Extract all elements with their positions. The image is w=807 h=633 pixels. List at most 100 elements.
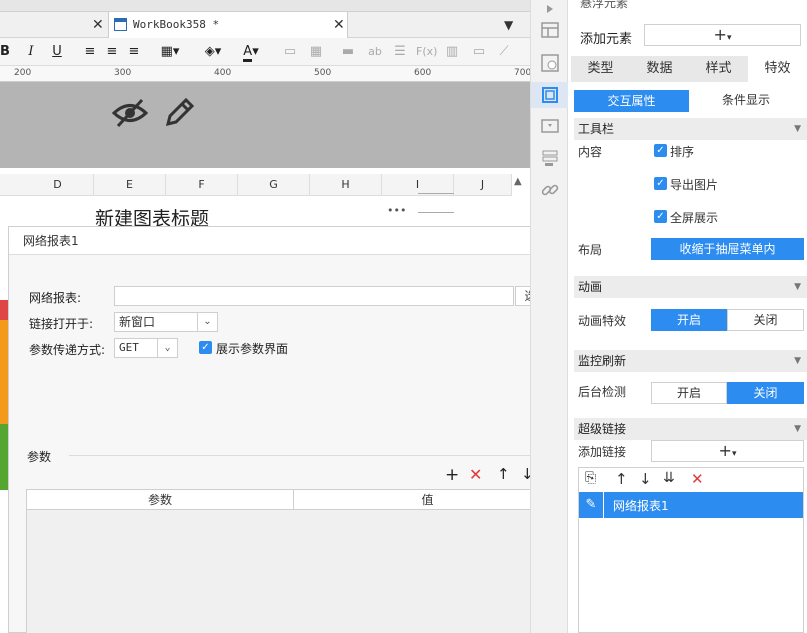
animation-section-header[interactable]: 动画 ▼ — [574, 276, 807, 298]
params-group-title: 参数 — [27, 448, 56, 465]
align-left-icon[interactable]: ≡ — [82, 42, 98, 62]
add-link-button[interactable]: +▾ — [651, 440, 804, 462]
italic-button[interactable]: I — [24, 42, 38, 62]
table-icon: ▦ — [309, 44, 323, 59]
image-icon: ▭ — [472, 44, 486, 59]
method-value: GET — [119, 341, 139, 354]
animation-effect-label: 动画特效 — [578, 314, 627, 328]
align-right-icon[interactable]: ≡ — [126, 42, 142, 62]
chart-icon: ▥ — [445, 44, 459, 59]
play-icon[interactable] — [540, 0, 560, 20]
tab-effects[interactable]: 特效 — [748, 56, 807, 82]
column-label[interactable]: H — [310, 174, 382, 196]
backend-on-toggle[interactable]: 开启 — [651, 382, 727, 404]
tab-workbook[interactable]: WorkBook358 * ✕ — [108, 12, 348, 38]
animation-section-title: 动画 — [578, 280, 603, 294]
border-icon[interactable]: ▦▾ — [158, 42, 182, 62]
workbook-icon — [114, 18, 127, 31]
format-toolbar: B I U ≡ ≡ ≡ ▦▾ ◈▾ A▾ ▭ ▦ ▬ ab ☰ F(x) ▥ ▭… — [0, 38, 530, 66]
toolbar-section-header[interactable]: 工具栏 ▼ — [574, 118, 807, 140]
widget-icon[interactable] — [540, 116, 560, 136]
column-label[interactable]: E — [94, 174, 166, 196]
link-item-label: 网络报表1 — [613, 499, 669, 513]
fill-color-icon[interactable]: ◈▾ — [198, 42, 228, 62]
column-label[interactable]: G — [238, 174, 310, 196]
ruler-label: 500 — [314, 68, 332, 78]
chart-line — [418, 193, 454, 194]
add-element-label: 添加元素 — [580, 32, 633, 47]
open-in-select[interactable]: 新窗口 ⌄ — [114, 312, 218, 332]
chart-more-icon[interactable]: ••• — [387, 204, 406, 217]
tab-menu-icon[interactable]: ▼ — [504, 12, 513, 38]
align-center-icon[interactable]: ≡ — [104, 42, 120, 62]
condition-icon[interactable] — [540, 148, 560, 168]
pencil-icon[interactable] — [164, 96, 196, 128]
scroll-up-icon[interactable]: ▲ — [514, 176, 522, 187]
move-down-icon[interactable]: ↓ — [639, 470, 652, 488]
show-params-checkbox[interactable]: ✓ — [199, 341, 212, 354]
delete-link-icon[interactable]: ✕ — [691, 470, 704, 488]
pie-slice-green — [0, 424, 8, 490]
collapse-icon: ▼ — [794, 124, 801, 134]
backend-off-toggle[interactable]: 关闭 — [727, 382, 804, 404]
chart-line — [418, 212, 454, 213]
edit-link-icon[interactable]: ✎ — [579, 492, 604, 518]
method-label: 参数传递方式: — [29, 343, 106, 357]
column-label[interactable]: D — [22, 174, 94, 196]
font-color-button[interactable]: A▾ — [236, 42, 266, 62]
open-in-value: 新窗口 — [119, 315, 156, 329]
underline-button[interactable]: U — [50, 42, 64, 62]
move-bottom-icon[interactable]: ⇊ — [663, 470, 675, 486]
toolbar-section-title: 工具栏 — [578, 122, 615, 136]
hyperlink-section-title: 超级链接 — [578, 422, 627, 436]
add-element-button[interactable]: +▾ — [644, 24, 801, 46]
sort-checkbox[interactable]: ✓ — [654, 144, 667, 157]
sub-tab-interaction[interactable]: 交互属性 — [574, 90, 689, 112]
layout-icon[interactable] — [540, 20, 560, 40]
tab-data[interactable]: 数据 — [630, 56, 689, 82]
arrow-up-icon[interactable]: ↑ — [497, 465, 510, 483]
layout-select[interactable]: 收缩于抽屉菜单内 — [651, 238, 804, 260]
ruler-label: 700 — [514, 68, 532, 78]
group-border — [69, 455, 566, 456]
method-select[interactable]: GET ⌄ — [114, 338, 178, 358]
ruler: 200 300 400 500 600 700 — [0, 66, 532, 82]
copy-icon[interactable]: ⎘ — [585, 470, 596, 486]
eye-slash-icon[interactable] — [112, 98, 148, 128]
move-up-icon[interactable]: ↑ — [615, 470, 628, 488]
sub-tab-condition[interactable]: 条件显示 — [689, 90, 803, 112]
backend-check-label: 后台检测 — [578, 385, 627, 399]
formula-icon: F(x) — [416, 45, 438, 58]
content-label: 内容 — [578, 145, 603, 159]
column-label[interactable]: J — [454, 174, 512, 196]
top-strip — [0, 0, 530, 12]
animation-on-toggle[interactable]: 开启 — [651, 309, 727, 331]
monitor-section-header[interactable]: 监控刷新 ▼ — [574, 350, 807, 372]
animation-off-toggle[interactable]: 关闭 — [727, 309, 804, 331]
close-tab-icon[interactable]: ✕ — [333, 12, 345, 38]
link-list-item[interactable]: ✎ 网络报表1 — [579, 492, 803, 518]
link-icon[interactable] — [540, 180, 560, 200]
column-label[interactable]: F — [166, 174, 238, 196]
list-icon: ☰ — [394, 44, 406, 59]
tab-type[interactable]: 类型 — [571, 56, 630, 82]
side-icon-rail — [530, 0, 569, 633]
fullscreen-checkbox[interactable]: ✓ — [654, 210, 667, 223]
close-prev-tab-icon[interactable]: ✕ — [92, 12, 106, 38]
link-list-box: ⎘ ↑ ↓ ⇊ ✕ ✎ 网络报表1 — [578, 467, 804, 633]
float-element-tab[interactable] — [531, 82, 569, 108]
delete-icon[interactable]: ✕ — [469, 465, 482, 484]
export-image-checkbox[interactable]: ✓ — [654, 177, 667, 190]
add-icon[interactable]: + — [445, 465, 459, 485]
pie-slice-orange — [0, 318, 8, 424]
export-image-label: 导出图片 — [670, 178, 719, 192]
cell-info-icon[interactable] — [540, 53, 560, 73]
fullscreen-label: 全屏展示 — [670, 211, 719, 225]
tab-style[interactable]: 样式 — [689, 56, 748, 82]
hyperlink-section-header[interactable]: 超级链接 ▼ — [574, 418, 807, 440]
pie-slice-red — [0, 300, 8, 320]
bold-button[interactable]: B — [0, 42, 10, 62]
col-param-header: 参数 — [27, 490, 294, 510]
layout-label: 布局 — [578, 243, 603, 257]
report-input[interactable] — [114, 286, 514, 306]
